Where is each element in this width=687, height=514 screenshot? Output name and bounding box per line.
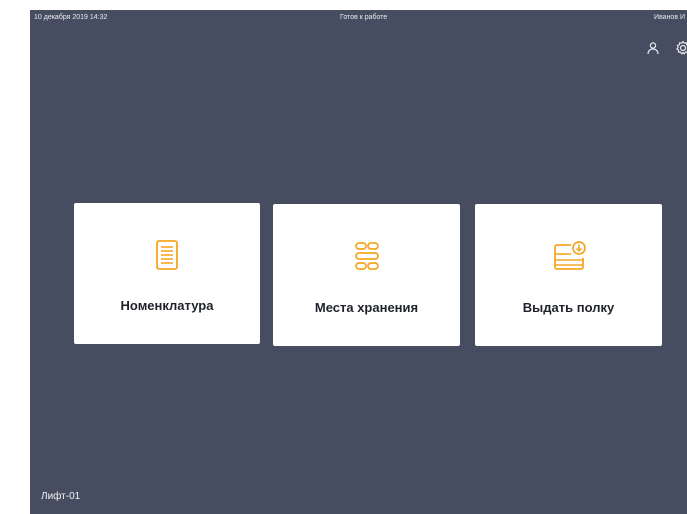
tile-storage-locations[interactable]: Места хранения [273, 204, 460, 346]
shelf-download-icon [549, 236, 589, 276]
tile-label: Выдать полку [522, 300, 615, 315]
tile-nomenclature[interactable]: Номенклатура [74, 203, 260, 344]
storage-shelves-icon [347, 236, 387, 276]
status-user: Иванов И [654, 14, 686, 21]
document-list-icon [147, 235, 187, 275]
gear-icon[interactable] [675, 40, 687, 56]
tile-issue-shelf[interactable]: Выдать полку [475, 204, 662, 346]
device-name: Лифт-01 [41, 491, 81, 502]
status-bar: 10 декабря 2019 14:32 Готов к работе Ива… [30, 10, 687, 28]
user-icon[interactable] [645, 40, 661, 56]
tile-label: Места хранения [314, 300, 419, 315]
status-datetime: 10 декабря 2019 14:32 [34, 14, 108, 21]
app-screen: 10 декабря 2019 14:32 Готов к работе Ива… [30, 10, 687, 514]
status-text: Готов к работе [340, 14, 388, 21]
tile-label: Номенклатура [120, 298, 214, 313]
